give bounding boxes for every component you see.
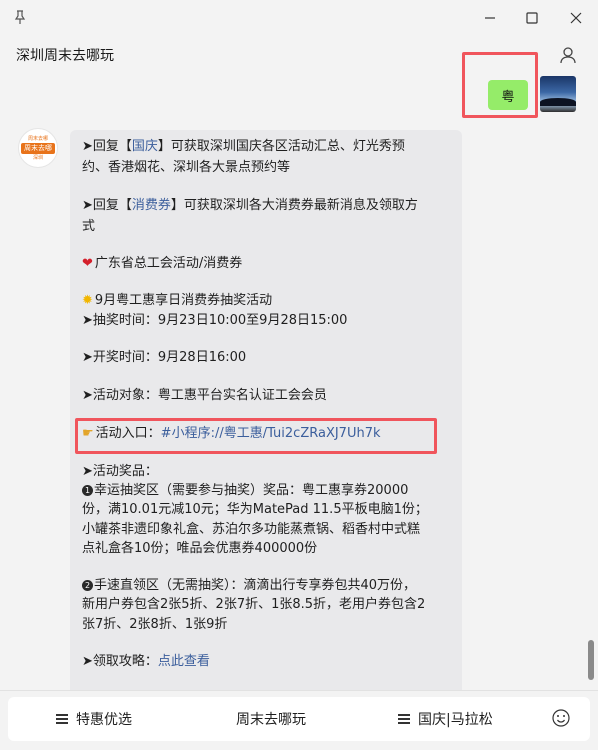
message-line: 新用户券包含2张5折、2张7折、1张8.5折，老用户券包含2 [82,597,426,612]
menu-item-zhoumo[interactable]: 周末去哪玩 [236,709,306,729]
line-text: ➤回复【 [82,198,132,213]
message-line: ➤领取攻略：点此查看 [82,652,210,672]
emoji-icon[interactable] [550,707,572,729]
message-line: ➤回复【国庆】可获取深圳国庆各区活动汇总、灯光秀预 [82,137,405,157]
message-line: 点礼盒各10份；唯品会优惠券400000份 [82,541,318,556]
line-text: 活动入口： [95,426,161,441]
menu-list-icon [398,714,410,724]
heart-icon: ❤ [82,256,93,271]
number-one-icon: 1 [82,485,93,496]
line-text: 9月粤工惠享日消费券抽奖活动 [94,293,273,308]
line-text: 手速直领区（无需抽奖）：滴滴出行专享券包共40万份， [94,578,417,593]
message-line: 张7折、2张8折、1张9折 [82,617,228,632]
my-avatar[interactable] [540,76,576,112]
avatar-bottom-text: 深圳 [32,154,43,161]
keyword-link-guoqing[interactable]: 国庆 [132,139,158,154]
message-line: ❤ 广东省总工会活动/消费券 [82,254,242,274]
message-line: ➤活动对象：粤工惠平台实名认证工会会员 [82,388,327,403]
menu-item-label: 特惠优选 [76,712,132,728]
message-line: 份，满10.01元减10元；华为MatePad 11.5平板电脑1份； [82,502,428,517]
menu-list-icon [56,714,68,724]
number-two-icon: 2 [82,580,93,591]
avatar-mid-text: 周末去哪 [21,142,55,154]
message-line: ✹ 9月粤工惠享日消费券抽奖活动 [82,291,272,311]
minimize-icon[interactable] [480,8,500,28]
message-line: ➤抽奖时间：9月23日10:00至9月28日15:00 [82,313,348,328]
pin-icon[interactable] [12,9,28,25]
guide-link[interactable]: 点此查看 [158,654,210,669]
message-line: 约、香港烟花、深圳各大景点预约等 [82,160,291,175]
scrollbar-thumb[interactable] [588,640,594,680]
line-text: ➤回复【 [82,139,132,154]
miniprogram-link[interactable]: #小程序://粤工惠/Tui2cZRaXJ7Uh7k [161,426,381,441]
line-text: 幸运抽奖区（需要参与抽奖）奖品：粤工惠享券20000 [94,483,409,498]
line-text: ➤领取攻略： [82,654,158,669]
keyword-link-xiaofeiquan[interactable]: 消费券 [132,198,171,213]
close-icon[interactable] [566,8,586,28]
sun-icon: ✹ [82,293,93,308]
window-titlebar [0,0,598,36]
menu-item-guoqing[interactable]: 国庆|马拉松 [398,709,493,729]
menu-item-tehui[interactable]: 特惠优选 [56,709,132,729]
menu-item-label: 周末去哪玩 [236,712,306,728]
person-icon[interactable] [558,45,578,65]
line-text: 广东省总工会活动/消费券 [94,256,243,271]
menu-item-label: 国庆|马拉松 [418,712,493,728]
message-line: ➤回复【消费券】可获取深圳各大消费券最新消息及领取方 [82,196,418,216]
line-text: 】可获取深圳各大消费券最新消息及领取方 [170,198,418,213]
message-line: ➤开奖时间：9月28日16:00 [82,350,247,365]
account-avatar[interactable]: 周末去哪 周末去哪 深圳 [18,128,58,168]
message-line: 1 幸运抽奖区（需要参与抽奖）奖品：粤工惠享券20000 [82,481,408,501]
my-message-bubble[interactable]: 粤 [488,80,528,110]
line-text: 】可获取深圳国庆各区活动汇总、灯光秀预 [157,139,405,154]
avatar-top-text: 周末去哪 [27,135,48,142]
message-line: ☛ 活动入口：#小程序://粤工惠/Tui2cZRaXJ7Uh7k [82,424,381,444]
message-line: 小罐茶非遗印象礼盒、苏泊尔多功能蒸煮锅、稻香村中式糕 [82,522,421,537]
maximize-icon[interactable] [522,8,542,28]
message-line: ➤活动奖品： [82,464,158,479]
message-line: 2 手速直领区（无需抽奖）：滴滴出行专享券包共40万份， [82,576,416,596]
pointing-hand-icon: ☛ [82,426,94,441]
bottom-menu-bar: 特惠优选 周末去哪玩 国庆|马拉松 [0,690,598,750]
message-line: 式 [82,219,96,234]
chat-title: 深圳周末去哪玩 [16,48,114,64]
